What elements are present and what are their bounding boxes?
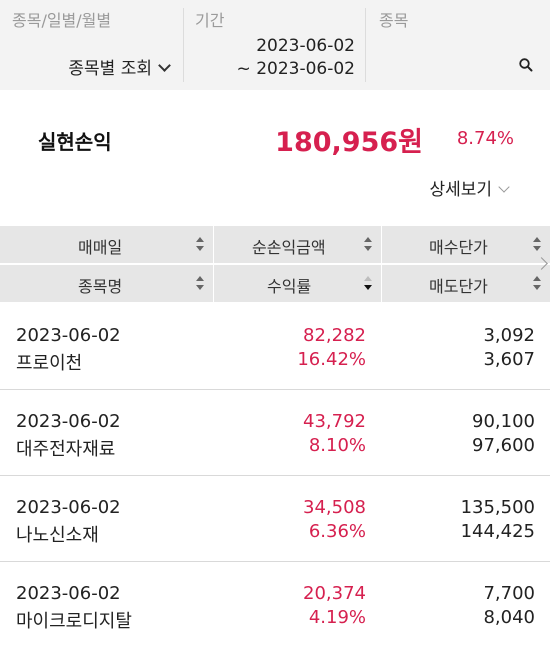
column-header-return-rate: 수익률	[267, 277, 312, 296]
sort-sell-price[interactable]: 매도단가	[382, 265, 550, 302]
sell-price: 144,425	[460, 521, 535, 542]
sort-icon	[196, 237, 204, 253]
chevron-down-icon	[498, 181, 510, 193]
buy-price: 135,500	[460, 497, 535, 518]
buy-price: 7,700	[483, 583, 535, 604]
stock-filter[interactable]: 종목	[365, 0, 550, 90]
sort-net-profit[interactable]: 순손익금액	[214, 226, 381, 263]
view-type-value: 종목별 조회	[68, 59, 152, 79]
view-details-label: 상세보기	[429, 180, 492, 200]
sell-price: 97,600	[472, 435, 535, 456]
sort-icon	[533, 237, 541, 253]
table-row[interactable]: 2023-06-02 나노신소재 34,508 6.36% 135,500 14…	[0, 476, 550, 562]
stock-name: 프로이천	[16, 353, 83, 374]
sort-icon	[364, 237, 372, 253]
return-rate: 16.42%	[297, 349, 366, 370]
return-rate: 4.19%	[308, 607, 366, 628]
buy-price: 90,100	[472, 411, 535, 432]
view-type-label: 종목/일별/월별	[12, 11, 112, 30]
table-row[interactable]: 2023-06-02 대주전자재료 43,792 8.10% 90,100 97…	[0, 390, 550, 476]
sort-desc-icon	[364, 276, 372, 292]
column-header-stock-name: 종목명	[78, 277, 123, 296]
trade-date: 2023-06-02	[16, 583, 121, 604]
sort-buy-price[interactable]: 매수단가	[382, 226, 550, 263]
realized-pnl-label: 실현손익	[38, 130, 112, 154]
sort-stock-name[interactable]: 종목명	[0, 265, 213, 302]
stock-name: 나노신소재	[16, 525, 99, 546]
column-header-trade-date: 매매일	[78, 238, 123, 257]
sell-price: 3,607	[483, 349, 535, 370]
sort-icon	[196, 276, 204, 292]
stock-name: 마이크로디지탈	[16, 611, 132, 632]
period-end: ~ 2023-06-02	[236, 59, 355, 79]
net-profit: 20,374	[303, 583, 366, 604]
table-header-row: 매매일 순손익금액 매수단가	[0, 226, 550, 263]
period-range[interactable]: 2023-06-02 ~ 2023-06-02	[237, 35, 355, 81]
net-profit: 43,792	[303, 411, 366, 432]
filter-bar: 종목/일별/월별 종목별 조회 기간 2023-06-02 ~ 2023-06-…	[0, 0, 550, 90]
sell-price: 8,040	[483, 607, 535, 628]
view-type-select[interactable]: 종목별 조회	[68, 54, 171, 79]
table-header-row: 종목명 수익률 매도단가	[0, 265, 550, 302]
search-icon[interactable]	[518, 57, 534, 73]
period-start: 2023-06-02	[256, 36, 355, 56]
stock-label: 종목	[379, 11, 409, 30]
sort-trade-date[interactable]: 매매일	[0, 226, 213, 263]
column-header-sell-price: 매도단가	[429, 277, 488, 296]
trade-date: 2023-06-02	[16, 411, 121, 432]
chevron-down-icon	[158, 59, 171, 72]
trade-date: 2023-06-02	[16, 497, 121, 518]
realized-pnl-rate: 8.74%	[456, 128, 514, 149]
table-row[interactable]: 2023-06-02 프로이천 82,282 16.42% 3,092 3,60…	[0, 304, 550, 390]
sort-return-rate[interactable]: 수익률	[214, 265, 381, 302]
trade-date: 2023-06-02	[16, 325, 121, 346]
column-header-buy-price: 매수단가	[429, 238, 488, 257]
realized-pnl-amount: 180,956원	[275, 127, 423, 158]
return-rate: 8.10%	[308, 435, 366, 456]
period-filter[interactable]: 기간 2023-06-02 ~ 2023-06-02	[183, 0, 365, 90]
net-profit: 34,508	[303, 497, 366, 518]
view-details-button[interactable]: 상세보기	[429, 175, 510, 200]
table-row[interactable]: 2023-06-02 마이크로디지탈 20,374 4.19% 7,700 8,…	[0, 562, 550, 647]
column-header-net-profit: 순손익금액	[252, 238, 326, 257]
buy-price: 3,092	[483, 325, 535, 346]
net-profit: 82,282	[303, 325, 366, 346]
period-label: 기간	[195, 11, 225, 30]
view-type-filter[interactable]: 종목/일별/월별 종목별 조회	[0, 0, 183, 90]
return-rate: 6.36%	[308, 521, 366, 542]
sort-icon	[533, 276, 541, 292]
stock-name: 대주전자재료	[16, 439, 116, 460]
